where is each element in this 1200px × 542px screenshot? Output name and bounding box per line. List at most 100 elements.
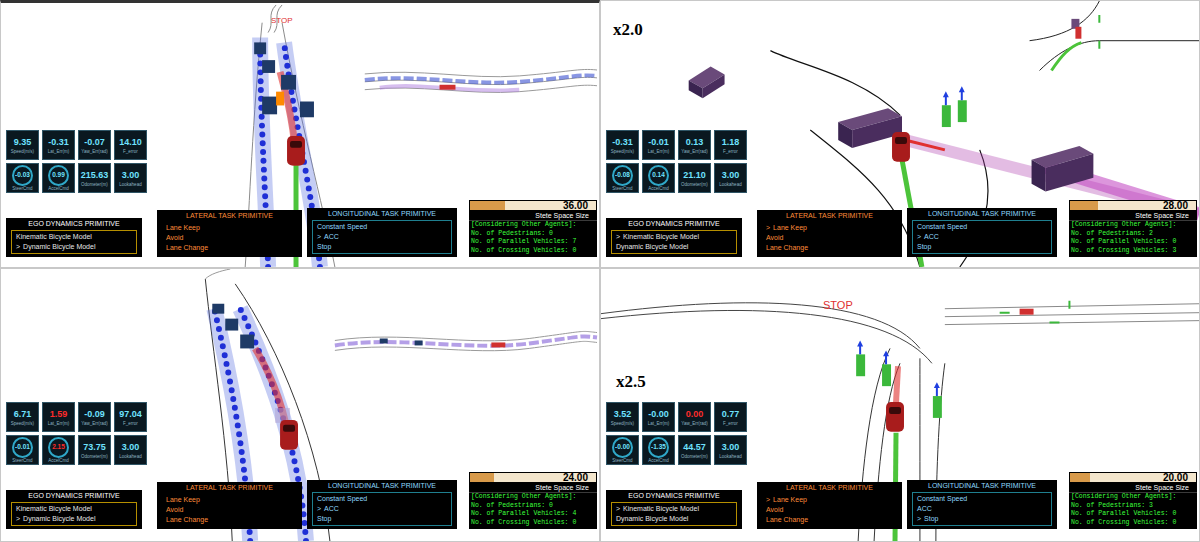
gauge-value: 0.00 xyxy=(686,407,704,421)
vehicle-icon xyxy=(240,335,254,349)
primitive-option[interactable]: Avoid xyxy=(766,505,893,515)
gauge: -0.01SteerCmd xyxy=(6,435,39,465)
primitive-option[interactable]: >Dynamic Bicycle Model xyxy=(16,242,132,252)
gauge-label: Odometer(m) xyxy=(681,182,708,188)
primitive-option[interactable]: Constant Speed xyxy=(317,494,447,504)
app: STOP9.35Speed(m/s)-0.31Lat_Err(m)-0.07Ya… xyxy=(0,0,1200,542)
pedestrian-icon xyxy=(958,86,967,122)
gauge-value: -0.07 xyxy=(84,135,105,149)
selection-marker: > xyxy=(16,514,20,524)
gauge-grid: 3.52Speed(m/s)-0.00Lat_Err(m)0.00Yaw_Err… xyxy=(606,402,747,465)
state-space-label: Stete Space Size xyxy=(1069,211,1197,220)
pedestrian-icon xyxy=(856,340,865,376)
gauge: -0.00Lat_Err(m) xyxy=(642,402,675,432)
primitive-option[interactable]: Stop xyxy=(317,514,447,524)
primitive-option[interactable]: >ACC xyxy=(317,232,447,242)
state-space-panel: 28.00Stete Space Size[Considering Other … xyxy=(1069,200,1197,257)
gauge: 1.18F_error xyxy=(714,130,747,160)
primitive-option[interactable]: Lane Change xyxy=(766,515,893,525)
primitive-title: EGO DYNAMICS PRIMITIVE xyxy=(6,218,142,230)
gauge: 0.14AccelCmd xyxy=(642,163,675,193)
gauge: 97.04F_error xyxy=(114,402,147,432)
pedestrian-icon xyxy=(882,350,891,386)
simulation-view: STOPx2.53.52Speed(m/s)-0.00Lat_Err(m)0.0… xyxy=(600,268,1200,542)
primitive-option[interactable]: Constant Speed xyxy=(317,222,447,232)
gauge-value: 1.18 xyxy=(722,135,740,149)
gauge-value: -0.01 xyxy=(648,135,669,149)
ego-car-icon xyxy=(892,132,910,162)
gauge-label: Lookahead xyxy=(719,182,741,188)
primitive-option[interactable]: Stop xyxy=(317,242,447,252)
longitudinal-task-primitive: LONGITUDINAL TASK PRIMITIVEConstant Spee… xyxy=(307,480,457,529)
primitive-option[interactable]: Dynamic Bicycle Model xyxy=(616,514,732,524)
ego-dynamics-primitive: EGO DYNAMICS PRIMITIVE Kinematic Bicycle … xyxy=(6,218,142,257)
gauge: 3.00Lookahead xyxy=(114,435,147,465)
ego-car-icon xyxy=(287,136,305,166)
agents-summary: [Considering Other Agents]:No. of Pedest… xyxy=(1069,492,1197,529)
speed-multiplier: x2.5 xyxy=(616,369,646,395)
gauge: 73.75Odometer(m) xyxy=(78,435,111,465)
gauge-label: Yaw_Err(rad) xyxy=(681,421,707,427)
gauge-value: 215.63 xyxy=(81,168,109,182)
gauge: 3.00Lookahead xyxy=(714,163,747,193)
gauge: 215.63Odometer(m) xyxy=(78,163,111,193)
gauge-value: 3.00 xyxy=(722,168,740,182)
primitive-option[interactable]: >Kinematic Bicycle Model xyxy=(616,232,732,242)
gauge-value: 21.10 xyxy=(683,168,706,182)
primitive-option[interactable]: >Kinematic Bicycle Model xyxy=(616,504,732,514)
primitive-title: LONGITUDINAL TASK PRIMITIVE xyxy=(907,208,1057,220)
state-space-bar: 28.00 xyxy=(1069,200,1197,211)
gauge-label: SteerCmd xyxy=(612,186,632,192)
primitive-option[interactable]: ACC xyxy=(917,504,1047,514)
gauge-label: F_error xyxy=(123,421,138,427)
gauge-label: Odometer(m) xyxy=(681,454,708,460)
primitive-option[interactable]: >Stop xyxy=(917,514,1047,524)
gauge: -0.31Speed(m/s) xyxy=(606,130,639,160)
dial: -0.08 xyxy=(612,165,633,186)
primitive-option[interactable]: Avoid xyxy=(166,233,293,243)
primitive-option[interactable]: Constant Speed xyxy=(917,494,1047,504)
gauge-value: -0.00 xyxy=(648,407,669,421)
gauge: -0.00SteerCmd xyxy=(606,435,639,465)
primitive-option[interactable]: >Lane Keep xyxy=(766,223,893,233)
vehicle-icon xyxy=(689,67,725,99)
state-space-bar: 36.00 xyxy=(469,200,597,211)
gauge: 3.00Lookahead xyxy=(714,435,747,465)
primitive-title: EGO DYNAMICS PRIMITIVE xyxy=(606,490,742,502)
gauge-value: 9.35 xyxy=(14,135,32,149)
primitive-option[interactable]: Lane Keep xyxy=(166,495,293,505)
primitive-option[interactable]: Constant Speed xyxy=(917,222,1047,232)
gauge: 9.35Speed(m/s) xyxy=(6,130,39,160)
state-space-panel: 24.00Stete Space Size[Considering Other … xyxy=(469,472,597,529)
primitive-option[interactable]: >ACC xyxy=(317,504,447,514)
primitive-option[interactable]: >Lane Keep xyxy=(766,495,893,505)
gauge-label: Odometer(m) xyxy=(81,454,108,460)
primitive-option[interactable]: Kinematic Bicycle Model xyxy=(16,504,132,514)
gauge-value: -0.31 xyxy=(48,135,69,149)
primitive-option[interactable]: Lane Change xyxy=(166,515,293,525)
primitive-option[interactable]: Avoid xyxy=(766,233,893,243)
primitive-option[interactable]: Avoid xyxy=(166,505,293,515)
gauge-value: 44.57 xyxy=(683,440,706,454)
pedestrian-icon xyxy=(942,91,951,127)
primitive-title: LONGITUDINAL TASK PRIMITIVE xyxy=(307,208,457,220)
primitive-option[interactable]: Lane Keep xyxy=(166,223,293,233)
primitive-option[interactable]: Lane Change xyxy=(766,243,893,253)
gauge: 0.99AccelCmd xyxy=(42,163,75,193)
gauge: 21.10Odometer(m) xyxy=(678,163,711,193)
primitive-option[interactable]: Lane Change xyxy=(166,243,293,253)
simulation-view: 6.71Speed(m/s)1.59Lat_Err(m)-0.09Yaw_Err… xyxy=(0,268,600,542)
gauge: -0.31Lat_Err(m) xyxy=(42,130,75,160)
gauge-value: 3.52 xyxy=(614,407,632,421)
primitive-option[interactable]: Dynamic Bicycle Model xyxy=(616,242,732,252)
primitive-option[interactable]: >Dynamic Bicycle Model xyxy=(16,514,132,524)
gauge: -0.03SteerCmd xyxy=(6,163,39,193)
primitive-option[interactable]: >ACC xyxy=(917,232,1047,242)
gauge: 3.00Lookahead xyxy=(114,163,147,193)
primitive-title: LONGITUDINAL TASK PRIMITIVE xyxy=(907,480,1057,492)
gauge-value: 3.00 xyxy=(722,440,740,454)
primitive-option[interactable]: Stop xyxy=(917,242,1047,252)
primitive-option[interactable]: Kinematic Bicycle Model xyxy=(16,232,132,242)
gauge: 14.10F_error xyxy=(114,130,147,160)
longitudinal-task-primitive: LONGITUDINAL TASK PRIMITIVE Constant Spee… xyxy=(307,208,457,257)
